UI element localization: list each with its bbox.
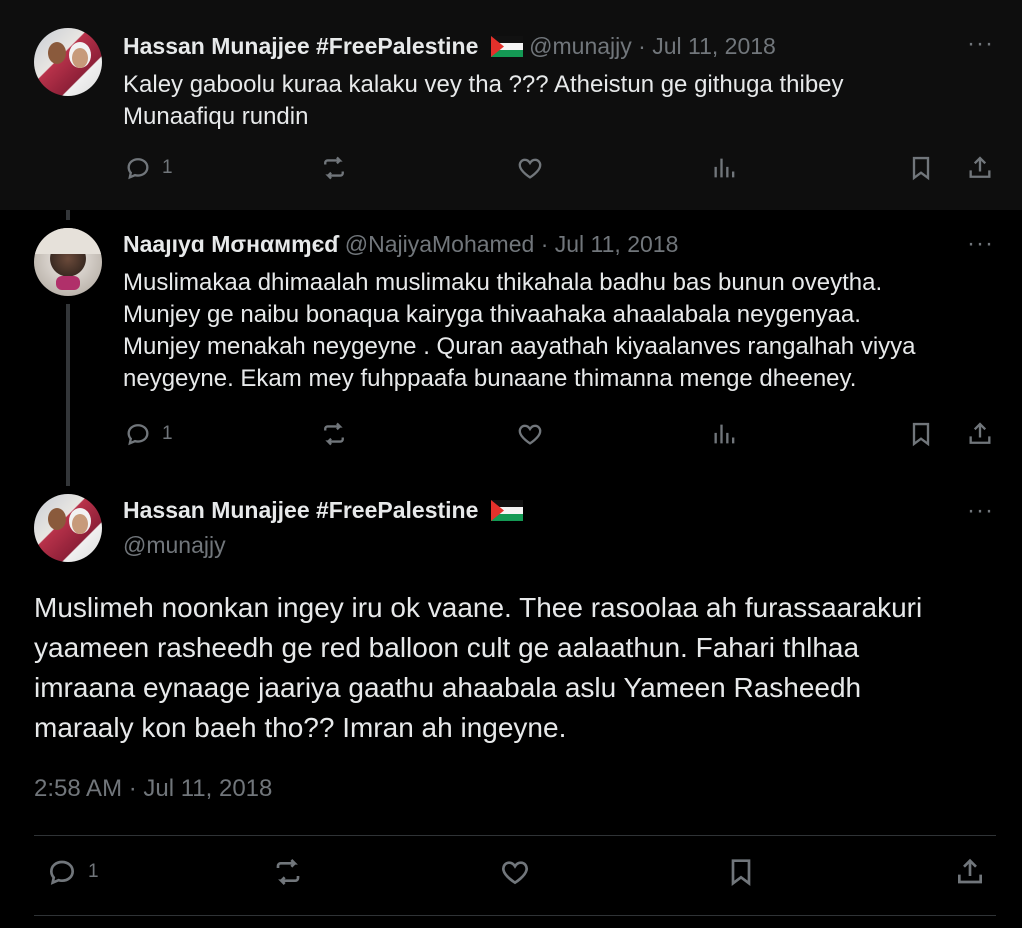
reply-icon bbox=[127, 424, 149, 446]
like-button[interactable] bbox=[499, 856, 531, 888]
views-button[interactable] bbox=[711, 154, 739, 182]
share-button[interactable] bbox=[966, 154, 994, 182]
author-handle[interactable]: @munajjy bbox=[529, 33, 632, 59]
more-icon[interactable]: ··· bbox=[967, 230, 994, 258]
tweet-text: Kaley gaboolu kuraa kalaku vey tha ??? A… bbox=[123, 71, 844, 130]
divider bbox=[34, 915, 996, 916]
like-icon bbox=[518, 158, 542, 179]
retweet-icon bbox=[276, 859, 300, 885]
like-icon bbox=[502, 861, 528, 885]
share-icon bbox=[969, 422, 991, 444]
tweet-timestamp[interactable]: 2:58 AM · Jul 11, 2018 bbox=[34, 775, 272, 803]
avatar[interactable] bbox=[34, 228, 102, 296]
share-button[interactable] bbox=[954, 856, 986, 888]
avatar[interactable] bbox=[34, 494, 102, 562]
retweet-button[interactable] bbox=[272, 856, 304, 888]
views-icon bbox=[714, 424, 735, 444]
tweet-text: Muslimakaa dhimaalah muslimaku thikahala… bbox=[123, 269, 916, 392]
separator: · bbox=[638, 33, 646, 59]
retweet-icon bbox=[324, 422, 344, 446]
action-bar: 1 bbox=[0, 420, 1022, 460]
tweet-header: Naaȷıyɑ Mσнαмɱєɗ @NajiyaMohamed · Jul 11… bbox=[123, 231, 678, 258]
divider bbox=[34, 835, 996, 836]
main-tweet-author: Hassan Munajjee #FreePalestine bbox=[123, 497, 523, 524]
bookmark-button[interactable] bbox=[907, 154, 935, 182]
like-button[interactable] bbox=[516, 154, 544, 182]
more-icon[interactable]: ··· bbox=[967, 497, 994, 525]
author-name[interactable]: Naaȷıyɑ Mσнαмɱєɗ bbox=[123, 231, 338, 257]
reply-count: 1 bbox=[88, 861, 99, 882]
reply-count: 1 bbox=[162, 423, 173, 444]
reply-button[interactable]: 1 bbox=[124, 154, 173, 182]
main-tweet-text: Muslimeh noonkan ingey iru ok vaane. The… bbox=[34, 592, 923, 743]
reply-count: 1 bbox=[162, 157, 173, 178]
share-button[interactable] bbox=[966, 420, 994, 448]
bookmark-icon bbox=[912, 422, 930, 447]
separator: · bbox=[540, 231, 549, 257]
palestine-flag-icon bbox=[490, 36, 523, 57]
tweet-1[interactable]: Hassan Munajjee #FreePalestine @munajjy … bbox=[0, 0, 1022, 210]
tweet-2[interactable]: Naaȷıyɑ Mσнαмɱєɗ @NajiyaMohamed · Jul 11… bbox=[0, 210, 1022, 472]
avatar[interactable] bbox=[34, 28, 102, 96]
tweet-header: Hassan Munajjee #FreePalestine @munajjy … bbox=[123, 33, 776, 60]
author-name[interactable]: Hassan Munajjee #FreePalestine bbox=[123, 33, 478, 59]
reply-button[interactable]: 1 bbox=[46, 856, 99, 888]
like-icon bbox=[518, 424, 542, 445]
retweet-button[interactable] bbox=[320, 154, 348, 182]
retweet-icon bbox=[324, 156, 344, 180]
author-name[interactable]: Hassan Munajjee #FreePalestine bbox=[123, 497, 478, 523]
like-button[interactable] bbox=[516, 420, 544, 448]
action-bar: 1 bbox=[0, 154, 1022, 194]
bookmark-icon bbox=[731, 859, 751, 886]
tweet-date[interactable]: Jul 11, 2018 bbox=[555, 231, 679, 257]
palestine-flag-icon bbox=[490, 500, 523, 521]
views-icon bbox=[714, 158, 735, 178]
reply-button[interactable]: 1 bbox=[124, 420, 173, 448]
author-handle[interactable]: @NajiyaMohamed bbox=[345, 231, 535, 257]
views-button[interactable] bbox=[711, 420, 739, 448]
main-action-bar: 1 bbox=[0, 856, 1022, 896]
bookmark-button[interactable] bbox=[725, 856, 757, 888]
reply-icon bbox=[127, 158, 149, 180]
share-icon bbox=[958, 858, 982, 884]
retweet-button[interactable] bbox=[320, 420, 348, 448]
bookmark-button[interactable] bbox=[907, 420, 935, 448]
tweet-date[interactable]: Jul 11, 2018 bbox=[652, 33, 776, 59]
bookmark-icon bbox=[912, 156, 930, 181]
share-icon bbox=[969, 156, 991, 178]
reply-icon bbox=[49, 860, 75, 885]
more-icon[interactable]: ··· bbox=[967, 30, 994, 58]
author-handle[interactable]: @munajjy bbox=[123, 532, 226, 559]
